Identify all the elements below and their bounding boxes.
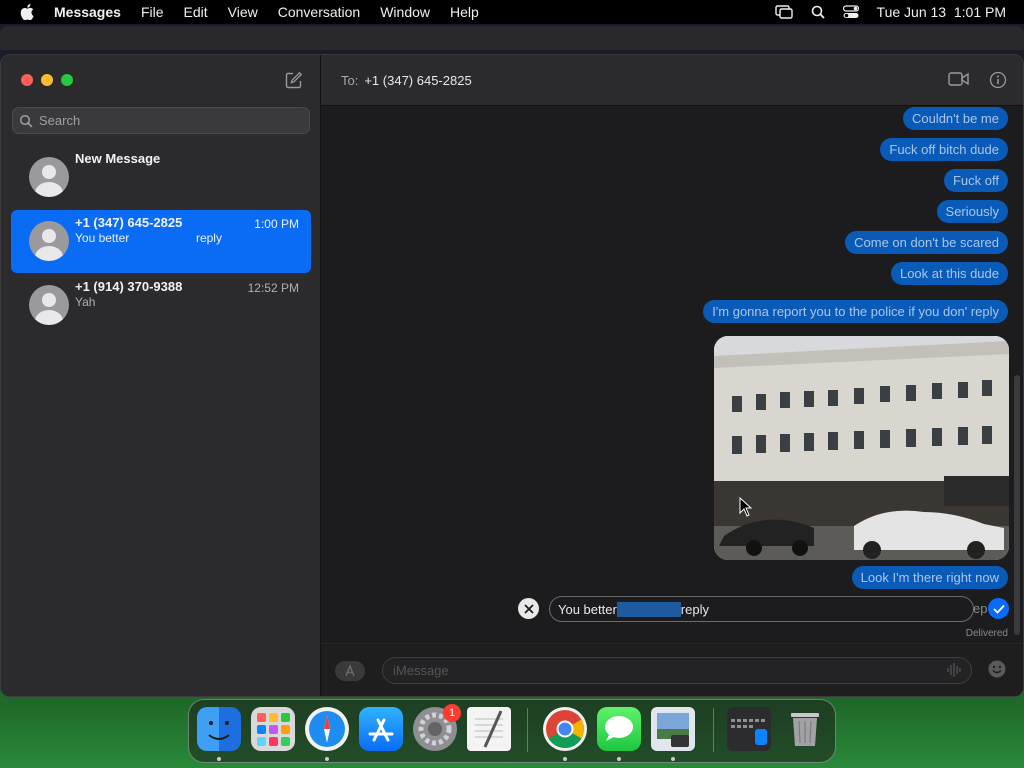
message-bubble[interactable]: Fuck off bitch dude <box>880 138 1008 161</box>
search-field[interactable]: Search <box>12 107 310 134</box>
running-indicator <box>563 757 567 761</box>
message-bubble[interactable]: Fuck off <box>943 169 1008 192</box>
message-bubble[interactable]: Come on don't be scared <box>845 231 1008 254</box>
recipient[interactable]: +1 (347) 645-2825 <box>364 73 471 88</box>
menu-view[interactable]: View <box>228 4 258 20</box>
menu-file[interactable]: File <box>141 4 164 20</box>
dock-separator <box>713 708 714 752</box>
background-window <box>0 26 1024 50</box>
zoom-window-button[interactable] <box>61 74 73 86</box>
close-window-button[interactable] <box>21 74 33 86</box>
cancel-edit-button[interactable] <box>518 598 539 619</box>
conversation-preview: Yah <box>75 295 96 309</box>
avatar <box>29 285 69 325</box>
app-store-icon[interactable] <box>359 707 403 751</box>
message-bubble[interactable]: Look at this dude <box>890 262 1008 285</box>
search-icon <box>19 114 33 127</box>
preview-icon[interactable] <box>651 707 695 751</box>
trash-icon[interactable] <box>783 707 827 751</box>
compose-icon[interactable] <box>285 71 303 89</box>
menu-edit[interactable]: Edit <box>184 4 208 20</box>
messages-window: Search New Message +1 (347) 645-2825 You… <box>0 54 1024 697</box>
composer: iMessage <box>321 643 1023 696</box>
textedit-icon[interactable] <box>467 707 511 751</box>
dock-separator <box>527 708 528 752</box>
edit-message-field[interactable]: You better reply <box>549 596 974 622</box>
edit-text-before: You better <box>558 601 617 617</box>
message-input-placeholder: iMessage <box>393 663 449 678</box>
launchpad-icon[interactable] <box>251 707 295 751</box>
scrollbar[interactable] <box>1014 375 1020 635</box>
running-indicator <box>325 757 329 761</box>
running-indicator <box>617 757 621 761</box>
apple-menu-icon[interactable] <box>18 3 36 21</box>
chrome-icon[interactable] <box>543 707 587 751</box>
search-placeholder: Search <box>39 113 81 128</box>
message-bubble[interactable]: Seriously <box>936 200 1008 223</box>
menu-conversation[interactable]: Conversation <box>278 4 361 20</box>
menu-bar: Messages File Edit View Conversation Win… <box>0 0 1024 24</box>
conversation-time: 12:52 PM <box>247 281 299 295</box>
window-controls <box>21 74 73 86</box>
conversation-name: New Message <box>75 151 161 166</box>
edit-text-overflow: ep <box>973 601 988 616</box>
avatar <box>29 157 69 197</box>
menubar-clock[interactable]: Tue Jun 13 1:01 PM <box>877 4 1006 20</box>
screenshot-icon[interactable] <box>727 707 771 751</box>
finder-icon[interactable] <box>197 707 241 751</box>
control-center-icon[interactable] <box>842 5 859 19</box>
apps-button[interactable] <box>335 661 365 681</box>
message-bubble[interactable]: Look I'm there right now <box>851 566 1008 589</box>
menu-help[interactable]: Help <box>450 4 479 20</box>
minimize-window-button[interactable] <box>41 74 53 86</box>
avatar <box>29 221 69 261</box>
running-indicator <box>671 757 675 761</box>
emoji-icon[interactable] <box>987 659 1007 684</box>
conversation-3476452825[interactable]: +1 (347) 645-2825 You better reply 1:00 … <box>11 210 311 273</box>
menu-app-name[interactable]: Messages <box>54 4 121 20</box>
conversation-time: 1:00 PM <box>254 217 299 231</box>
confirm-edit-button[interactable] <box>988 598 1009 619</box>
conversation-new-message[interactable]: New Message <box>11 146 311 209</box>
audio-message-icon[interactable] <box>946 662 962 683</box>
safari-icon[interactable] <box>305 707 349 751</box>
to-label: To: <box>341 72 359 88</box>
info-icon[interactable] <box>989 71 1007 94</box>
running-indicator <box>217 757 221 761</box>
delivered-status: Delivered <box>965 628 1008 639</box>
edit-text-after: reply <box>680 601 709 617</box>
photo-attachment[interactable] <box>714 336 1009 560</box>
conversation-preview: You better reply <box>75 231 222 245</box>
screen-mirroring-icon[interactable] <box>774 5 793 19</box>
menu-window[interactable]: Window <box>380 4 430 20</box>
text-selection <box>616 601 681 617</box>
message-bubble[interactable]: I'm gonna report you to the police if yo… <box>703 300 1008 323</box>
message-bubble[interactable]: Couldn't be me <box>902 107 1008 130</box>
conversation-pane: To: +1 (347) 645-2825 Couldn't be me Fuc… <box>321 55 1023 696</box>
sidebar: Search New Message +1 (347) 645-2825 You… <box>1 55 321 696</box>
message-input[interactable]: iMessage <box>382 657 972 684</box>
mouse-cursor-icon <box>739 496 753 522</box>
dock: 1 <box>188 699 836 763</box>
facetime-video-icon[interactable] <box>948 71 970 92</box>
conversation-header: To: +1 (347) 645-2825 <box>321 55 1023 106</box>
messages-icon[interactable] <box>597 707 641 751</box>
notification-badge: 1 <box>443 704 461 722</box>
spotlight-search-icon[interactable] <box>811 5 825 19</box>
conversation-9143709388[interactable]: +1 (914) 370-9388 Yah 12:52 PM <box>11 274 311 337</box>
